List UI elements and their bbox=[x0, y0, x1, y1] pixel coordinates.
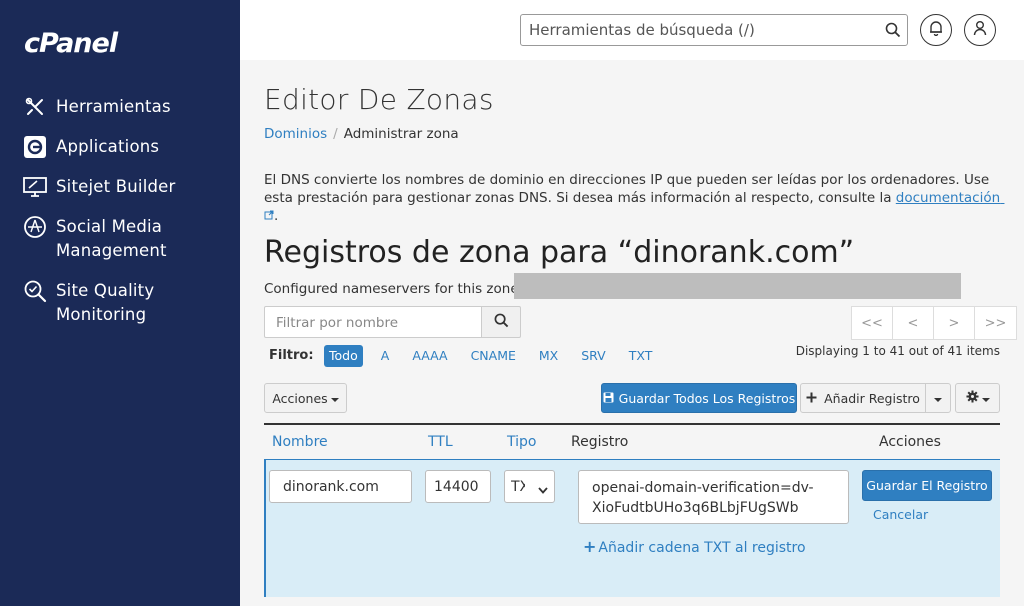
nameservers-redacted bbox=[514, 273, 961, 299]
caret-down-icon bbox=[330, 391, 339, 406]
page-description: El DNS convierte los nombres de dominio … bbox=[264, 171, 1009, 225]
add-record-dropdown-button[interactable] bbox=[925, 383, 951, 413]
pagination-info: Displaying 1 to 41 out of 41 items bbox=[795, 344, 1000, 358]
add-txt-label: Añadir cadena TXT al registro bbox=[598, 540, 806, 556]
sidebar-item-label-line2: Monitoring bbox=[56, 305, 147, 324]
prev-page-button[interactable]: < bbox=[893, 307, 934, 339]
first-page-button[interactable]: << bbox=[852, 307, 893, 339]
breadcrumb-dominios-link[interactable]: Dominios bbox=[264, 126, 327, 142]
filter-tab-aaaa[interactable]: AAAA bbox=[407, 345, 452, 367]
sidebar-item-site-quality[interactable]: Site Quality Monitoring bbox=[22, 279, 154, 327]
topbar: Herramientas de búsqueda (/) bbox=[240, 0, 1024, 60]
description-end: . bbox=[274, 208, 279, 224]
record-type-value: TXT bbox=[511, 478, 525, 495]
next-page-button[interactable]: > bbox=[934, 307, 975, 339]
filter-tabs: Todo A AAAA CNAME MX SRV TXT bbox=[324, 345, 670, 367]
user-icon bbox=[973, 20, 987, 40]
sidebar-item-label-line1: Social Media bbox=[56, 217, 163, 236]
sidebar-item-herramientas[interactable]: Herramientas bbox=[22, 95, 171, 119]
actions-label: Acciones bbox=[272, 390, 328, 406]
plus-icon bbox=[806, 391, 817, 406]
search-placeholder: Herramientas de búsqueda (/) bbox=[529, 21, 755, 39]
bell-icon bbox=[929, 20, 943, 40]
add-txt-string-link[interactable]: + Añadir cadena TXT al registro bbox=[583, 537, 806, 556]
zone-records-title: Registros de zona para “dinorank.com” bbox=[264, 235, 855, 270]
record-name-input[interactable]: dinorank.com bbox=[269, 470, 412, 503]
plus-icon: + bbox=[583, 537, 597, 556]
add-record-button[interactable]: Añadir Registro bbox=[800, 383, 926, 413]
add-record-label: Añadir Registro bbox=[824, 390, 920, 406]
user-menu-button[interactable] bbox=[964, 14, 996, 46]
notifications-button[interactable] bbox=[920, 14, 952, 46]
record-txt-line2: XioFudtbUHo3q6BLbjFUgSWb bbox=[592, 500, 799, 516]
filter-tab-mx[interactable]: MX bbox=[534, 345, 563, 367]
filter-tab-txt[interactable]: TXT bbox=[624, 345, 658, 367]
table-header-border bbox=[264, 423, 1000, 425]
filter-name-input[interactable]: Filtrar por nombre bbox=[264, 306, 482, 338]
documentation-link-text: documentación bbox=[895, 190, 1001, 206]
column-header-ttl[interactable]: TTL bbox=[428, 434, 453, 450]
cpanel-logo[interactable]: cPanel bbox=[24, 28, 118, 59]
applications-icon bbox=[22, 135, 48, 159]
external-link-icon bbox=[264, 210, 274, 220]
record-type-select[interactable]: TXT bbox=[504, 470, 555, 503]
sidebar-item-sitejet[interactable]: Sitejet Builder bbox=[22, 175, 175, 199]
record-txt-line1: openai-domain-verification=dv- bbox=[592, 480, 814, 496]
sidebar-item-label: Social Media Management bbox=[56, 215, 167, 263]
sidebar: cPanel Herramientas Applications Sitejet… bbox=[0, 0, 240, 606]
page-title: Editor De Zonas bbox=[264, 83, 494, 116]
tools-icon bbox=[22, 95, 48, 119]
column-header-type[interactable]: Tipo bbox=[507, 434, 536, 450]
caret-down-icon bbox=[934, 391, 942, 406]
filter-placeholder: Filtrar por nombre bbox=[276, 315, 399, 331]
save-icon bbox=[603, 391, 614, 406]
sitejet-icon bbox=[22, 175, 48, 199]
social-media-icon bbox=[22, 215, 48, 239]
filter-tab-cname[interactable]: CNAME bbox=[466, 345, 521, 367]
sidebar-item-label: Applications bbox=[56, 137, 160, 156]
sidebar-item-label: Sitejet Builder bbox=[56, 177, 176, 196]
filter-tab-a[interactable]: A bbox=[376, 345, 395, 367]
breadcrumb-current: Administrar zona bbox=[343, 126, 459, 142]
column-header-name[interactable]: Nombre bbox=[272, 434, 328, 450]
search-icon bbox=[494, 313, 509, 332]
column-header-record: Registro bbox=[571, 434, 629, 450]
settings-dropdown-button[interactable] bbox=[955, 383, 1000, 413]
save-all-records-button[interactable]: Guardar Todos Los Registros bbox=[601, 383, 797, 413]
filter-search-button[interactable] bbox=[482, 306, 521, 338]
breadcrumb: Dominios / Administrar zona bbox=[264, 126, 459, 142]
caret-down-icon bbox=[981, 391, 990, 406]
main-content: Editor De Zonas Dominios / Administrar zon… bbox=[240, 60, 1024, 606]
sidebar-item-label-line2: Management bbox=[56, 241, 167, 260]
search-input[interactable]: Herramientas de búsqueda (/) bbox=[520, 14, 908, 46]
filter-tab-todo[interactable]: Todo bbox=[324, 345, 363, 367]
chevron-down-icon bbox=[538, 482, 548, 498]
sidebar-item-label-line1: Site Quality bbox=[56, 281, 155, 300]
last-page-button[interactable]: >> bbox=[975, 307, 1016, 339]
save-all-label: Guardar Todos Los Registros bbox=[618, 390, 796, 406]
nameservers-label: Configured nameservers for this zone: bbox=[264, 281, 524, 297]
pagination: << < > >> bbox=[851, 306, 1017, 340]
site-quality-icon bbox=[22, 279, 48, 303]
record-ttl-input[interactable]: 14400 bbox=[425, 470, 491, 503]
filter-tab-srv[interactable]: SRV bbox=[576, 345, 611, 367]
record-txt-value-textarea[interactable]: openai-domain-verification=dv- XioFudtbU… bbox=[578, 470, 849, 524]
description-text: El DNS convierte los nombres de dominio … bbox=[264, 172, 990, 206]
breadcrumb-separator: / bbox=[333, 126, 338, 142]
filter-label: Filtro: bbox=[269, 348, 314, 363]
save-record-button[interactable]: Guardar El Registro bbox=[862, 470, 992, 501]
cancel-link[interactable]: Cancelar bbox=[873, 507, 928, 522]
sidebar-item-social-media[interactable]: Social Media Management bbox=[22, 215, 167, 263]
sidebar-item-label: Herramientas bbox=[56, 97, 171, 116]
sidebar-item-applications[interactable]: Applications bbox=[22, 135, 159, 159]
actions-dropdown-button[interactable]: Acciones bbox=[264, 383, 347, 413]
sidebar-item-label: Site Quality Monitoring bbox=[56, 279, 154, 327]
column-header-actions: Acciones bbox=[879, 434, 941, 450]
search-icon[interactable] bbox=[885, 22, 901, 42]
gear-icon bbox=[965, 390, 979, 406]
